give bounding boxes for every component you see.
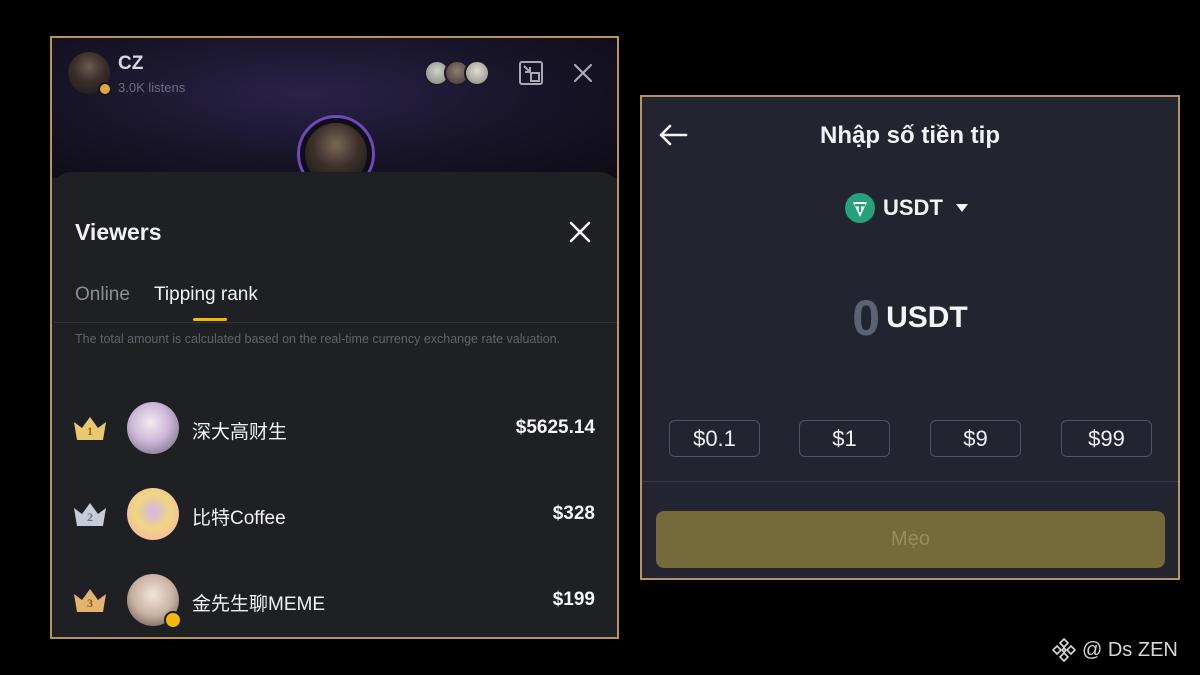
bronze-crown-icon: 3 [72,586,108,614]
rank-number: 2 [87,510,93,524]
sheet-title: Viewers [75,219,162,245]
tipper-name: 金先生聊MEME [192,594,326,615]
tab-divider [54,322,617,323]
amount-unit: USDT [886,301,968,334]
tab-tipping-rank[interactable]: Tipping rank [154,284,258,306]
live-room-panel: CZ 3.0K listens Viewers Online Tipping r… [50,36,619,639]
verified-badge-icon [164,611,182,629]
preset-amount-button[interactable]: $9 [930,420,1021,457]
page-title: Nhập số tiền tip [820,122,1000,149]
preset-amount-button[interactable]: $1 [799,420,890,457]
currency-label: USDT [883,195,943,220]
watermark: @ Ds ZEN [1052,637,1197,663]
tip-amount: $328 [552,503,595,524]
host-name: CZ [118,53,144,74]
close-sheet-icon[interactable] [568,220,592,244]
tip-amount: $199 [552,589,595,610]
avatar[interactable] [127,488,179,540]
tab-online[interactable]: Online [75,284,130,306]
viewers-sheet: Viewers Online Tipping rank The total am… [54,172,617,637]
viewer-avatars[interactable] [424,60,494,88]
listens-count: 3.0K listens [118,80,186,95]
avatar[interactable] [127,574,182,629]
rank-row[interactable]: 3 金先生聊MEME $199 [54,570,617,630]
rank-row[interactable]: 2 比特Coffee $328 [54,484,617,544]
tipper-name: 比特Coffee [192,508,286,529]
silver-crown-icon: 2 [72,500,108,528]
rank-number: 3 [87,596,93,610]
usdt-icon [845,193,875,223]
tipper-name: 深大高财生 [192,422,288,443]
avatar[interactable] [127,402,179,454]
watermark-text: @ Ds ZEN [1082,639,1178,661]
tip-amount: $5625.14 [515,417,595,438]
close-icon[interactable] [571,61,595,85]
rank-number: 1 [87,424,93,438]
gold-crown-icon: 1 [72,414,108,442]
active-tab-indicator [193,318,227,321]
chevron-down-icon [956,204,968,212]
minimize-window-icon[interactable] [518,60,544,86]
preset-amount-button[interactable]: $99 [1061,420,1152,457]
viewer-avatar [464,60,490,86]
rank-row[interactable]: 1 深大高财生 $5625.14 [54,398,617,458]
exchange-rate-note: The total amount is calculated based on … [75,332,560,346]
currency-select[interactable]: USDT [845,193,975,225]
divider [642,481,1178,482]
preset-amount-button[interactable]: $0.1 [669,420,760,457]
amount-display[interactable]: 0 USDT [642,289,1178,349]
live-header: CZ 3.0K listens [52,38,617,193]
verified-badge-icon [98,82,112,96]
binance-logo-icon [1052,638,1076,662]
host-avatar[interactable] [68,52,112,96]
amount-value: 0 [852,290,881,346]
tip-amount-panel: Nhập số tiền tip USDT 0 USDT $0.1 $1 $9 $… [640,95,1180,580]
tip-submit-button[interactable]: Mẹo [656,511,1165,568]
